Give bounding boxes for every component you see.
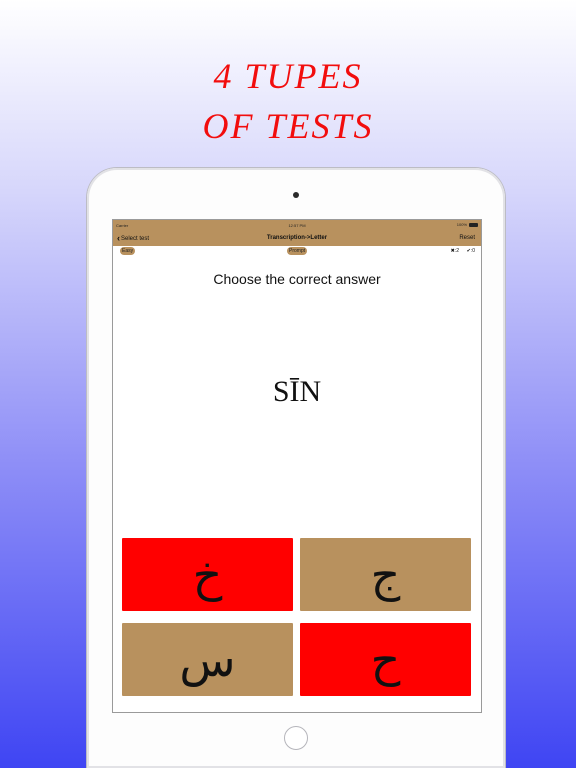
transcription-word: SĪN [272, 375, 322, 408]
back-button[interactable]: ‹ Select test [117, 234, 149, 243]
camera-icon [293, 192, 299, 198]
question-instruction: Choose the correct answer [213, 271, 381, 287]
answer-button-3[interactable]: س [122, 623, 293, 696]
reset-button[interactable]: Reset [459, 235, 475, 241]
answer-letter: س [179, 632, 236, 687]
battery-icon [469, 222, 478, 227]
answer-letter: ج [370, 547, 401, 602]
status-time: 12:57 PM [288, 223, 306, 228]
wrong-count: ✖:2 [450, 248, 459, 254]
status-bar: Carrier 12:57 PM 100% [113, 220, 481, 231]
answer-button-2[interactable]: ج [300, 538, 471, 611]
easy-button[interactable]: Easy [120, 247, 136, 255]
prompt-button[interactable]: Prompt [287, 247, 308, 255]
promo-headline-line1: 4 TUPES [213, 56, 363, 96]
right-count: ✔:0 [466, 248, 475, 254]
answer-letter: خ [192, 547, 223, 602]
battery-indicator: 100% [457, 222, 478, 227]
app-screen: Carrier 12:57 PM 100% ‹ Select test Tran… [112, 219, 482, 713]
battery-percent: 100% [456, 222, 467, 227]
answer-button-1[interactable]: خ [122, 538, 293, 611]
navigation-bar: ‹ Select test Transcription->Letter Rese… [113, 231, 481, 246]
chevron-left-icon: ‹ [117, 233, 120, 243]
nav-title: Transcription->Letter [266, 235, 328, 241]
home-button [284, 726, 308, 750]
tablet-frame: Carrier 12:57 PM 100% ‹ Select test Tran… [87, 168, 505, 768]
answer-letter: ح [370, 632, 401, 687]
back-label: Select test [121, 235, 150, 242]
promo-headline-line2: OF TESTS [202, 106, 374, 146]
answer-button-4[interactable]: ح [300, 623, 471, 696]
